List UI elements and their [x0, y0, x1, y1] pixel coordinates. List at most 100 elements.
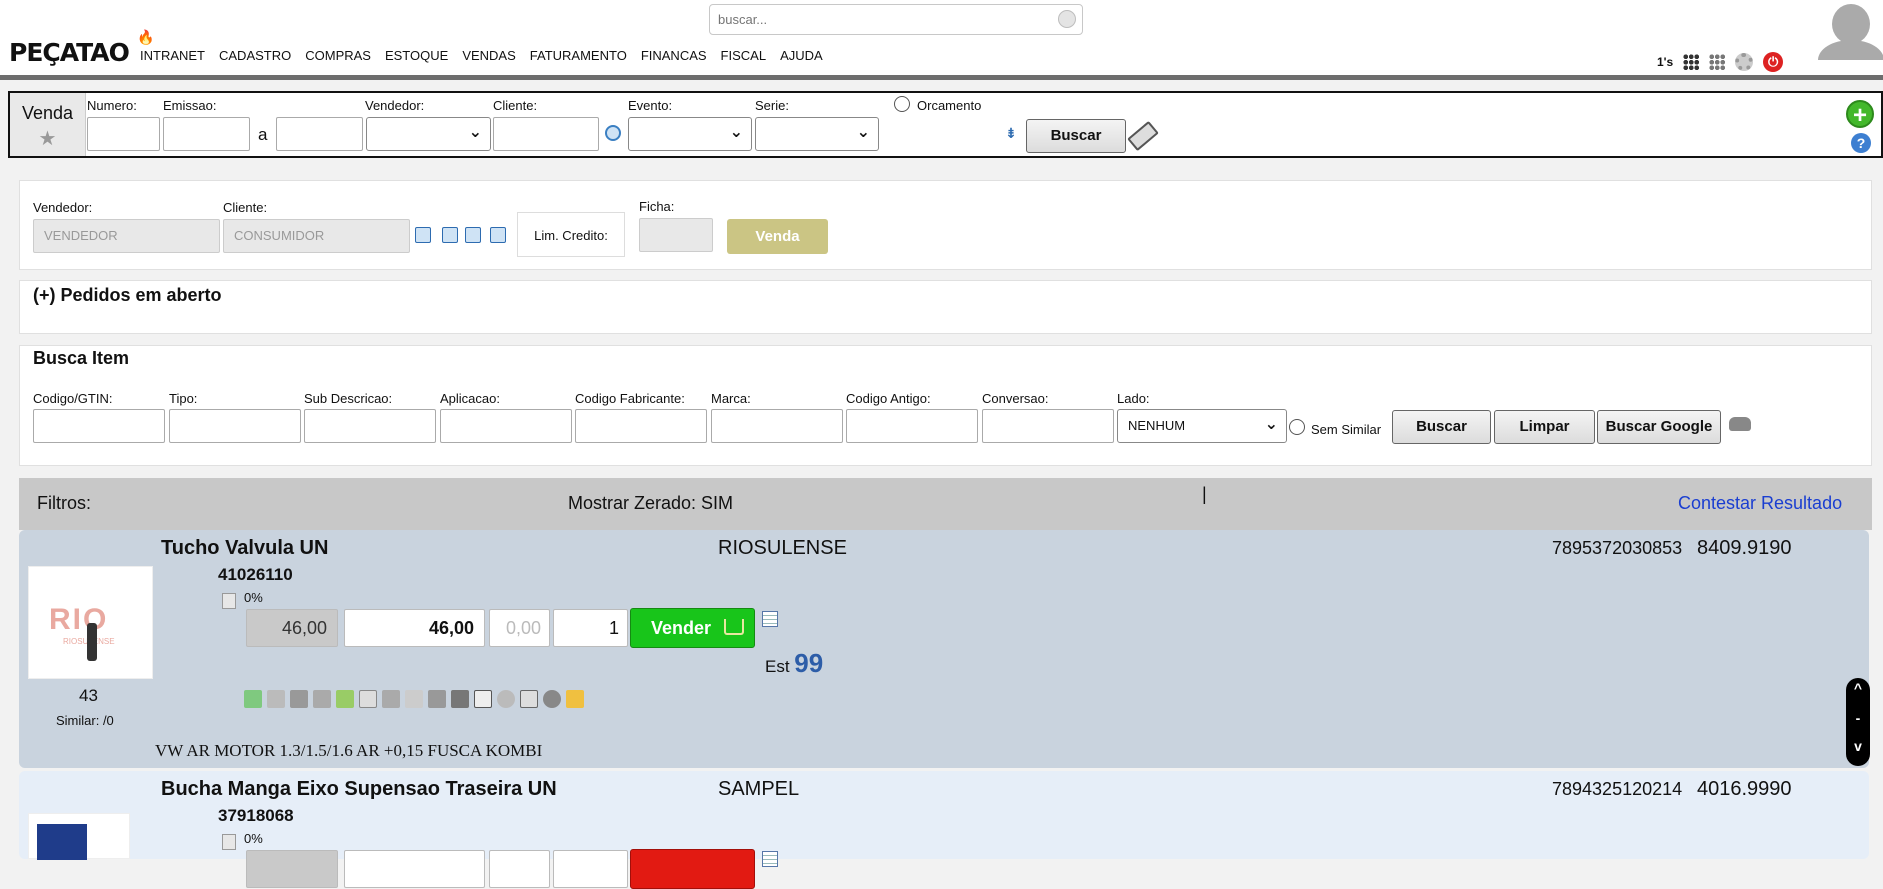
star-icon[interactable]: ★: [10, 126, 85, 151]
emissao-start-input[interactable]: [163, 117, 250, 151]
results-header: [19, 478, 1872, 530]
serie-label: Serie:: [755, 98, 789, 113]
windows-icon-2[interactable]: [465, 227, 481, 243]
emissao-end-input[interactable]: [276, 117, 363, 151]
discount-input[interactable]: [489, 850, 550, 888]
tag-icon[interactable]: [336, 690, 354, 708]
unavailable-button[interactable]: [630, 849, 755, 889]
avatar[interactable]: [1818, 0, 1883, 60]
network-icon[interactable]: [382, 690, 400, 708]
app-logo[interactable]: PEÇATAO 🔥: [9, 30, 154, 67]
windows-icon-3[interactable]: [490, 227, 506, 243]
sem-similar-radio[interactable]: [1289, 419, 1305, 435]
add-icon[interactable]: +: [1846, 100, 1874, 129]
numero-label: Numero:: [87, 98, 137, 113]
scroll-mid-button[interactable]: -: [1846, 710, 1870, 726]
copy-icon[interactable]: [222, 834, 236, 850]
buscar-google-button[interactable]: Buscar Google: [1597, 410, 1721, 444]
global-search-input[interactable]: [716, 6, 1046, 33]
item-limpar-button[interactable]: Limpar: [1494, 410, 1595, 444]
menu-item-fiscal[interactable]: FISCAL: [721, 48, 767, 63]
refresh-icon[interactable]: [543, 690, 561, 708]
discount-input[interactable]: 0,00: [489, 609, 550, 647]
lado-select[interactable]: NENHUM: [1117, 409, 1287, 443]
menu-item-cadastro[interactable]: CADASTRO: [219, 48, 291, 63]
list-icon[interactable]: [520, 690, 538, 708]
numero-input[interactable]: [87, 117, 160, 151]
serie-select[interactable]: [755, 117, 879, 151]
scroll-up-button[interactable]: ^: [1846, 680, 1870, 696]
document-icon[interactable]: [267, 690, 285, 708]
window-icon[interactable]: [474, 690, 492, 708]
ficha-label: Ficha:: [639, 199, 675, 214]
scroll-down-button[interactable]: v: [1846, 738, 1870, 754]
cliente-search-icon[interactable]: [605, 125, 621, 141]
truck-icon[interactable]: [313, 690, 331, 708]
coins-icon[interactable]: [566, 690, 584, 708]
menu-item-financas[interactable]: FINANCAS: [641, 48, 707, 63]
product-image[interactable]: [28, 813, 130, 860]
ones-label[interactable]: 1's: [1657, 55, 1673, 69]
menu-item-ajuda[interactable]: AJUDA: [780, 48, 823, 63]
filter-buscar-button[interactable]: Buscar: [1026, 119, 1126, 153]
menu-item-vendas[interactable]: VENDAS: [462, 48, 515, 63]
menu-item-compras[interactable]: COMPRAS: [305, 48, 371, 63]
help-icon[interactable]: ?: [1851, 133, 1871, 153]
apps-grid-icon[interactable]: [1683, 54, 1700, 70]
menu-item-faturamento[interactable]: FATURAMENTO: [530, 48, 627, 63]
print-icon[interactable]: [290, 690, 308, 708]
similar-count[interactable]: Similar: /0: [56, 713, 114, 728]
product-name[interactable]: Tucho Valvula UN: [161, 537, 328, 560]
car-icon[interactable]: [1729, 417, 1751, 431]
vender-button[interactable]: Vender: [630, 608, 755, 648]
menu-item-estoque[interactable]: ESTOQUE: [385, 48, 448, 63]
pedidos-toggle[interactable]: (+) Pedidos em aberto: [33, 285, 222, 306]
vendedor-select[interactable]: [366, 117, 491, 151]
orcamento-radio[interactable]: [894, 96, 910, 112]
marca-input[interactable]: [711, 409, 843, 443]
item-buscar-button[interactable]: Buscar: [1392, 410, 1491, 444]
contestar-resultado-link[interactable]: Contestar Resultado: [1678, 493, 1842, 514]
logo-text: PEÇATAO: [9, 38, 130, 67]
panel-vendedor-field[interactable]: VENDEDOR: [33, 219, 220, 253]
price-input[interactable]: [344, 850, 485, 888]
panel-cliente-field[interactable]: CONSUMIDOR: [223, 219, 410, 253]
menu-item-intranet[interactable]: INTRANET: [140, 48, 205, 63]
table-icon[interactable]: [359, 690, 377, 708]
copy-green-icon[interactable]: [244, 690, 262, 708]
cliente-input[interactable]: [493, 117, 599, 151]
aplicacao-input[interactable]: [440, 409, 572, 443]
apps-grid-gray-icon[interactable]: [1709, 54, 1726, 70]
codigo-gtin-input[interactable]: [33, 409, 165, 443]
windows-icon-1[interactable]: [442, 227, 458, 243]
codigo-antigo-input[interactable]: [846, 409, 978, 443]
expand-icon[interactable]: ⇟: [1003, 125, 1019, 141]
evento-select[interactable]: [628, 117, 752, 151]
stock-indicator: Est 99: [765, 648, 823, 679]
credit-limit-box: Lim. Credito:: [517, 212, 625, 257]
conversao-input[interactable]: [982, 409, 1114, 443]
product-name[interactable]: Bucha Manga Eixo Supensao Traseira UN: [161, 778, 557, 801]
search-icon[interactable]: [1058, 10, 1076, 28]
tipo-input[interactable]: [169, 409, 301, 443]
power-icon[interactable]: ⏻: [1763, 52, 1784, 72]
calendar-icon[interactable]: [762, 611, 778, 627]
venda-button[interactable]: Venda: [727, 219, 828, 254]
product-row: [19, 530, 1869, 768]
car-small-icon[interactable]: [451, 690, 469, 708]
main-menu: INTRANET CADASTRO COMPRAS ESTOQUE VENDAS…: [140, 48, 837, 63]
boxes-icon[interactable]: [405, 690, 423, 708]
ficha-field[interactable]: [639, 218, 713, 252]
price-input[interactable]: 46,00: [344, 609, 485, 647]
calendar-icon[interactable]: [762, 851, 778, 867]
quantity-input[interactable]: [553, 850, 628, 888]
hub-icon[interactable]: [497, 690, 515, 708]
copy-icon[interactable]: [222, 593, 236, 609]
codigo-fabricante-input[interactable]: [575, 409, 707, 443]
file-icon[interactable]: [428, 690, 446, 708]
address-book-icon[interactable]: [415, 227, 431, 243]
gear-icon[interactable]: [1735, 53, 1754, 71]
product-image[interactable]: RIO RIOSULENSE: [28, 566, 153, 679]
quantity-input[interactable]: 1: [553, 609, 628, 647]
sub-descricao-input[interactable]: [304, 409, 436, 443]
